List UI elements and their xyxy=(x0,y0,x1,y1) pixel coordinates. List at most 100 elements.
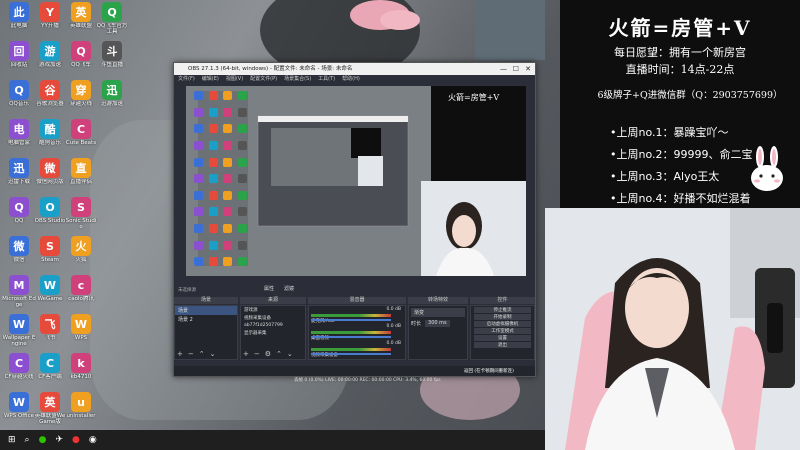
wechat-icon[interactable]: ● xyxy=(39,435,47,445)
scene-item[interactable]: 场景 xyxy=(175,306,237,315)
desktop-icon-label: 迅游加速 xyxy=(100,101,123,107)
close-icon[interactable]: ✕ xyxy=(525,63,531,75)
desktop-icon[interactable]: C CF客户端 xyxy=(33,353,67,386)
desktop-icon-label: QQ音乐 xyxy=(9,101,29,107)
settings-button[interactable]: 设置 xyxy=(474,335,531,341)
remove-source-icon[interactable]: − xyxy=(254,350,260,358)
menu-profile[interactable]: 配置文件(P) xyxy=(250,75,277,84)
desktop-icon[interactable]: 此此电脑 xyxy=(2,2,36,35)
remove-scene-icon[interactable]: − xyxy=(188,350,194,358)
preview-app-icon xyxy=(223,224,232,234)
desktop-icon[interactable]: 迅迅游加速 xyxy=(95,80,129,113)
desktop-icon[interactable]: M Microsoft Edge xyxy=(2,275,36,308)
volume-slider[interactable] xyxy=(311,353,391,355)
desktop-icon[interactable]: Q QQ飞车 xyxy=(64,41,98,74)
exit-button[interactable]: 退出 xyxy=(474,342,531,348)
move-up-icon[interactable]: ⌃ xyxy=(276,350,282,358)
desktop-icon[interactable]: 微微信 xyxy=(2,236,36,269)
minimize-icon[interactable]: — xyxy=(500,63,507,75)
desktop-icon[interactable]: Q QQ xyxy=(2,197,36,230)
menu-edit[interactable]: 编辑(E) xyxy=(202,75,219,84)
mixer-track-level: 0.0 dB xyxy=(386,324,401,329)
desktop-icon[interactable]: 穿穿越火线 xyxy=(64,80,98,113)
duration-input[interactable]: 300 ms xyxy=(425,320,450,327)
desktop-icon[interactable]: Y YY开播 xyxy=(33,2,67,35)
desktop-icon[interactable]: 迅迅雷下载 xyxy=(2,158,36,191)
feishu-icon[interactable]: ✈ xyxy=(55,435,63,445)
desktop-icon[interactable]: W WPS Office xyxy=(2,392,36,425)
desktop-icon[interactable]: 英英雄联盟WeGame版 xyxy=(33,392,67,425)
source-item[interactable]: 显示器采集 xyxy=(241,329,305,337)
start-recording-button[interactable]: 开始录制 xyxy=(474,314,531,320)
move-down-icon[interactable]: ⌄ xyxy=(287,350,293,358)
desktop-icon[interactable]: 谷谷歌浏览器 xyxy=(33,80,67,113)
desktop-icon[interactable]: W WPS xyxy=(64,314,98,347)
stop-streaming-button[interactable]: 停止推流 xyxy=(474,307,531,313)
source-item[interactable]: ab77f1d2507799 xyxy=(241,322,305,329)
desktop-icon[interactable]: 火火狐 xyxy=(64,236,98,269)
desktop-icon[interactable]: u uninstaller xyxy=(64,392,98,425)
obs-preview[interactable]: 火箭=房管+V xyxy=(186,86,526,276)
menu-view[interactable]: 视图(V) xyxy=(226,75,243,84)
preview-app-icon xyxy=(194,190,203,200)
desktop-icon[interactable]: 酷酷狗音乐 xyxy=(33,119,67,152)
desktop-icon[interactable]: 英英雄联盟 xyxy=(64,2,98,35)
desktop-icon[interactable]: 游游戏加速 xyxy=(33,41,67,74)
no-source-selected: 未选择源 xyxy=(178,288,196,293)
obs-icon[interactable]: ◉ xyxy=(89,435,97,445)
preview-app-icon xyxy=(237,157,247,167)
desktop-icon[interactable]: c caolo腾讯 xyxy=(64,275,98,308)
desktop-icon[interactable]: k kb4710 xyxy=(64,353,98,386)
menu-tools[interactable]: 工具(T) xyxy=(318,75,335,84)
preview-app-icon xyxy=(208,140,218,150)
add-source-icon[interactable]: + xyxy=(243,350,249,358)
source-item[interactable]: 视频采集设备 xyxy=(241,314,305,322)
app-icon: 火 xyxy=(71,236,91,256)
studio-mode-button[interactable]: 工作室模式 xyxy=(474,328,531,334)
desktop-icon[interactable]: 斗斗鱼直播 xyxy=(95,41,129,74)
menu-scene-collection[interactable]: 场景集合(S) xyxy=(284,75,311,84)
sources-dock-header: 来源 xyxy=(240,297,306,304)
move-down-icon[interactable]: ⌄ xyxy=(210,350,216,358)
volume-slider[interactable] xyxy=(311,336,391,338)
app-icon: O xyxy=(40,197,60,217)
search-icon[interactable]: ⌕ xyxy=(25,435,30,445)
menu-help[interactable]: 帮助(H) xyxy=(342,75,360,84)
desktop-icon[interactable]: C Cute Beats xyxy=(64,119,98,152)
filters-button[interactable]: 滤镜 xyxy=(284,285,294,292)
start-icon[interactable]: ⊞ xyxy=(8,435,16,445)
source-item[interactable]: 游戏源 xyxy=(241,306,305,314)
maximize-icon[interactable]: ☐ xyxy=(513,63,519,75)
volume-slider[interactable] xyxy=(311,319,391,321)
record-icon[interactable]: ● xyxy=(72,435,80,445)
move-up-icon[interactable]: ⌃ xyxy=(199,350,205,358)
preview-app-icon xyxy=(237,190,247,200)
desktop-icon[interactable]: 飞飞书 xyxy=(33,314,67,347)
scene-item[interactable]: 场景 2 xyxy=(175,315,237,324)
desktop-icon[interactable]: Q QQ飞车官方工具 xyxy=(95,2,129,35)
obs-window[interactable]: OBS 27.1.3 (64-bit, windows) - 配置文件: 未命名… xyxy=(173,62,536,383)
info-contact: 6级牌子+Q进微信群（Q：2903757699） xyxy=(597,90,783,101)
transition-select[interactable]: 渐变 xyxy=(411,308,465,317)
desktop-icon-label: CF穿越火线 xyxy=(4,374,34,380)
app-icon: 飞 xyxy=(40,314,60,334)
properties-button[interactable]: 属性 xyxy=(264,285,274,292)
desktop-icon[interactable]: 直直播伴侣 xyxy=(64,158,98,191)
add-scene-icon[interactable]: + xyxy=(177,350,183,358)
desktop-icon[interactable]: S Steam xyxy=(33,236,67,269)
desktop-icon-label: 游戏加速 xyxy=(38,62,61,68)
desktop-icon[interactable]: 微微信网页版 xyxy=(33,158,67,191)
desktop-icon[interactable]: S Sonic Studio xyxy=(64,197,98,230)
desktop-icon[interactable]: C CF穿越火线 xyxy=(2,353,36,386)
gear-icon[interactable]: ⚙ xyxy=(265,350,271,358)
menu-file[interactable]: 文件(F) xyxy=(178,75,195,84)
virtual-camera-button[interactable]: 启动虚拟摄像机 xyxy=(474,321,531,327)
desktop-icon[interactable]: O OBS Studio xyxy=(33,197,67,230)
webcam-feed xyxy=(545,208,800,450)
obs-titlebar[interactable]: OBS 27.1.3 (64-bit, windows) - 配置文件: 未命名… xyxy=(174,63,535,75)
desktop-icon[interactable]: 回回收站 xyxy=(2,41,36,74)
desktop-icon[interactable]: Q QQ音乐 xyxy=(2,80,36,113)
desktop-icon[interactable]: W WeGame xyxy=(33,275,67,308)
desktop-icon[interactable]: W Wallpaper Engine xyxy=(2,314,36,347)
desktop-icon[interactable]: 电电脑管家 xyxy=(2,119,36,152)
